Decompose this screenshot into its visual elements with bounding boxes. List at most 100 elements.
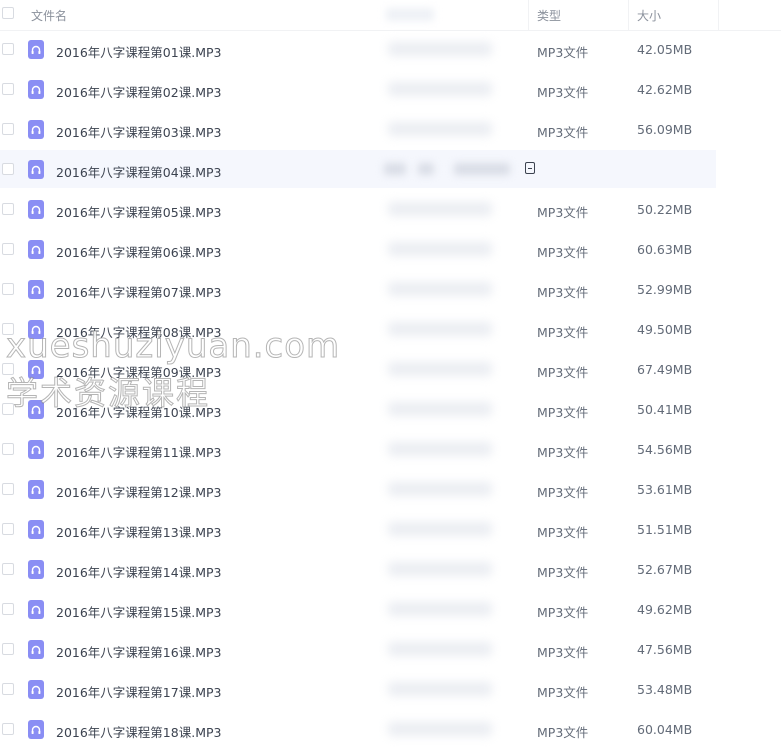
file-size: 42.05MB <box>637 42 693 57</box>
modified-time-blurred <box>388 402 492 416</box>
file-row[interactable]: 2016年八字课程第01课.MP3 MP3文件 42.05MB <box>0 30 781 70</box>
file-name[interactable]: 2016年八字课程第01课.MP3 <box>56 42 221 61</box>
modified-time-blurred <box>388 322 492 336</box>
modified-time-blurred <box>388 362 492 376</box>
file-type: MP3文件 <box>537 365 589 380</box>
file-type: MP3文件 <box>537 125 589 140</box>
row-checkbox[interactable] <box>2 283 14 295</box>
file-type: MP3文件 <box>537 325 589 340</box>
audio-file-icon <box>28 440 44 459</box>
action-button-blurred[interactable] <box>418 163 434 175</box>
column-header-type[interactable]: 类型 <box>537 7 561 24</box>
column-divider[interactable] <box>718 0 719 30</box>
audio-file-icon <box>28 640 44 659</box>
file-row[interactable]: 2016年八字课程第05课.MP3 MP3文件 50.22MB <box>0 190 781 230</box>
file-size: 49.50MB <box>637 322 693 337</box>
select-all-checkbox[interactable] <box>2 7 14 19</box>
modified-time-blurred <box>388 522 492 536</box>
row-checkbox[interactable] <box>2 43 14 55</box>
file-name[interactable]: 2016年八字课程第13课.MP3 <box>56 522 221 541</box>
file-name[interactable]: 2016年八字课程第15课.MP3 <box>56 602 221 621</box>
row-checkbox[interactable] <box>2 683 14 695</box>
row-checkbox[interactable] <box>2 203 14 215</box>
row-checkbox[interactable] <box>2 723 14 735</box>
file-size: 56.09MB <box>637 122 693 137</box>
file-name[interactable]: 2016年八字课程第05课.MP3 <box>56 202 221 221</box>
file-size: 53.61MB <box>637 482 693 497</box>
file-row[interactable]: 2016年八字课程第14课.MP3 MP3文件 52.67MB <box>0 550 781 590</box>
row-checkbox[interactable] <box>2 123 14 135</box>
modified-time-blurred <box>388 722 492 736</box>
file-name[interactable]: 2016年八字课程第11课.MP3 <box>56 442 221 461</box>
file-row[interactable]: 2016年八字课程第18课.MP3 MP3文件 60.04MB <box>0 710 781 750</box>
row-actions <box>380 161 520 177</box>
file-row[interactable]: 2016年八字课程第17课.MP3 MP3文件 53.48MB <box>0 670 781 710</box>
modified-time-blurred <box>388 202 492 216</box>
file-row[interactable]: 2016年八字课程第11课.MP3 MP3文件 54.56MB <box>0 430 781 470</box>
modified-time-blurred <box>388 682 492 696</box>
column-header-blurred <box>386 8 434 21</box>
file-type: MP3文件 <box>537 605 589 620</box>
file-row[interactable]: 2016年八字课程第12课.MP3 MP3文件 53.61MB <box>0 470 781 510</box>
file-type: MP3文件 <box>537 245 589 260</box>
file-type: MP3文件 <box>537 485 589 500</box>
file-type: MP3文件 <box>537 645 589 660</box>
file-size: 52.99MB <box>637 282 693 297</box>
file-row[interactable]: 2016年八字课程第07课.MP3 MP3文件 52.99MB <box>0 270 781 310</box>
action-button-blurred[interactable] <box>454 163 510 175</box>
file-name[interactable]: 2016年八字课程第06课.MP3 <box>56 242 221 261</box>
file-row[interactable]: 2016年八字课程第03课.MP3 MP3文件 56.09MB <box>0 110 781 150</box>
row-checkbox[interactable] <box>2 483 14 495</box>
row-checkbox[interactable] <box>2 603 14 615</box>
column-header-name[interactable]: 文件名 <box>31 7 67 24</box>
row-checkbox[interactable] <box>2 163 14 175</box>
file-type: MP3文件 <box>537 685 589 700</box>
file-name[interactable]: 2016年八字课程第16课.MP3 <box>56 642 221 661</box>
file-type: MP3文件 <box>537 725 589 740</box>
file-row[interactable]: 2016年八字课程第13课.MP3 MP3文件 51.51MB <box>0 510 781 550</box>
file-name[interactable]: 2016年八字课程第02课.MP3 <box>56 82 221 101</box>
file-size: 50.41MB <box>637 402 693 417</box>
row-checkbox[interactable] <box>2 523 14 535</box>
audio-file-icon <box>28 160 44 179</box>
file-name[interactable]: 2016年八字课程第14课.MP3 <box>56 562 221 581</box>
file-row[interactable]: 2016年八字课程第15课.MP3 MP3文件 49.62MB <box>0 590 781 630</box>
file-row[interactable]: 2016年八字课程第02课.MP3 MP3文件 42.62MB <box>0 70 781 110</box>
file-row[interactable]: 2016年八字课程第06课.MP3 MP3文件 60.63MB <box>0 230 781 270</box>
file-row[interactable]: 2016年八字课程第04课.MP3 <box>0 150 781 190</box>
row-checkbox[interactable] <box>2 643 14 655</box>
modified-time-blurred <box>388 562 492 576</box>
file-name[interactable]: 2016年八字课程第17课.MP3 <box>56 682 221 701</box>
file-name[interactable]: 2016年八字课程第12课.MP3 <box>56 482 221 501</box>
modified-time-blurred <box>388 42 492 56</box>
audio-file-icon <box>28 600 44 619</box>
file-type: MP3文件 <box>537 85 589 100</box>
modified-time-blurred <box>388 282 492 296</box>
action-button-blurred[interactable] <box>384 163 406 175</box>
row-checkbox[interactable] <box>2 243 14 255</box>
audio-file-icon <box>28 680 44 699</box>
file-size: 49.62MB <box>637 602 693 617</box>
modified-time-blurred <box>388 602 492 616</box>
column-header-size[interactable]: 大小 <box>637 7 661 24</box>
file-name[interactable]: 2016年八字课程第04课.MP3 <box>56 162 221 181</box>
file-size: 67.49MB <box>637 362 693 377</box>
file-name[interactable]: 2016年八字课程第18课.MP3 <box>56 722 221 741</box>
audio-file-icon <box>28 120 44 139</box>
file-size: 60.63MB <box>637 242 693 257</box>
file-name[interactable]: 2016年八字课程第07课.MP3 <box>56 282 221 301</box>
row-checkbox[interactable] <box>2 563 14 575</box>
audio-file-icon <box>28 560 44 579</box>
modified-time-blurred <box>388 122 492 136</box>
file-row[interactable]: 2016年八字课程第16课.MP3 MP3文件 47.56MB <box>0 630 781 670</box>
audio-file-icon <box>28 280 44 299</box>
row-checkbox[interactable] <box>2 443 14 455</box>
audio-file-icon <box>28 480 44 499</box>
audio-file-icon <box>28 200 44 219</box>
column-divider[interactable] <box>528 0 529 30</box>
document-icon[interactable] <box>525 162 535 174</box>
audio-file-icon <box>28 80 44 99</box>
row-checkbox[interactable] <box>2 83 14 95</box>
column-divider[interactable] <box>628 0 629 30</box>
file-name[interactable]: 2016年八字课程第03课.MP3 <box>56 122 221 141</box>
